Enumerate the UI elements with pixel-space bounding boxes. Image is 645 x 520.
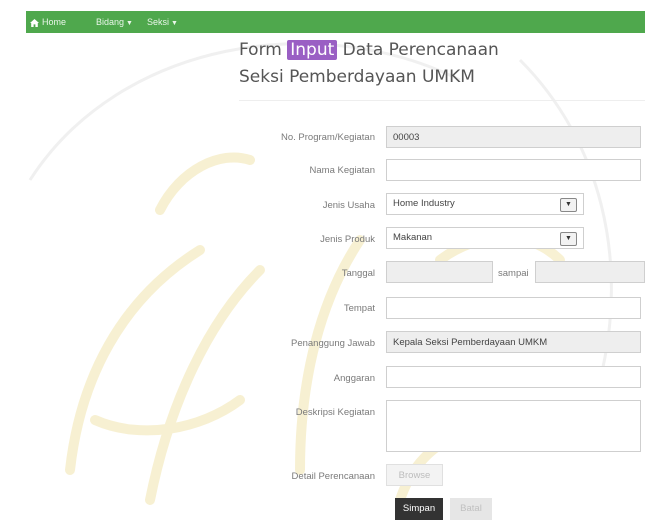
caret-down-icon: ▼ xyxy=(126,20,133,27)
label-penanggung-jawab: Penanggung Jawab xyxy=(291,338,375,349)
label-detail-perencanaan: Detail Perencanaan xyxy=(291,471,375,482)
page-title: Form Input Data Perencanaan xyxy=(239,36,499,64)
label-tempat: Tempat xyxy=(343,303,375,314)
sampai-label: sampai xyxy=(498,268,529,279)
label-jenis-usaha: Jenis Usaha xyxy=(322,200,375,211)
nav-seksi-dropdown[interactable]: Seksi ▼ xyxy=(147,11,178,33)
cancel-button[interactable]: Batal xyxy=(450,498,492,520)
nav-bidang-dropdown[interactable]: Bidang ▼ xyxy=(96,11,133,33)
chevron-down-icon: ▼ xyxy=(560,198,577,212)
browse-button[interactable]: Browse xyxy=(386,464,443,486)
label-jenis-produk: Jenis Produk xyxy=(320,234,375,245)
jenis-usaha-value: Home Industry xyxy=(393,198,455,209)
label-deskripsi: Deskripsi Kegiatan xyxy=(295,407,375,418)
jenis-produk-select[interactable]: Makanan ▼ xyxy=(386,227,584,249)
jenis-produk-value: Makanan xyxy=(393,232,433,243)
tempat-input[interactable] xyxy=(386,297,641,319)
page-subtitle: Seksi Pemberdayaan UMKM xyxy=(239,67,475,87)
penanggung-jawab-input[interactable] xyxy=(386,331,641,353)
caret-down-icon: ▼ xyxy=(171,20,178,27)
no-program-input[interactable] xyxy=(386,126,641,148)
nav-seksi-label: Seksi xyxy=(147,17,170,27)
label-tanggal: Tanggal xyxy=(341,268,375,279)
divider xyxy=(239,100,645,101)
deskripsi-wrapper: ⋰ xyxy=(386,400,641,452)
chevron-down-icon: ▼ xyxy=(560,232,577,246)
top-navbar: Home Bidang ▼ Seksi ▼ xyxy=(26,11,645,33)
home-icon xyxy=(30,18,39,27)
label-no-program: No. Program/Kegiatan xyxy=(281,132,375,143)
save-button[interactable]: Simpan xyxy=(395,498,443,520)
nav-home-label: Home xyxy=(42,17,67,27)
title-highlight: Input xyxy=(287,40,338,60)
anggaran-input[interactable] xyxy=(386,366,641,388)
nav-bidang-label: Bidang xyxy=(96,17,125,27)
nama-kegiatan-input[interactable] xyxy=(386,159,641,181)
label-anggaran: Anggaran xyxy=(333,373,375,384)
tanggal-from-input[interactable] xyxy=(386,261,493,283)
tanggal-to-input[interactable] xyxy=(535,261,645,283)
deskripsi-textarea[interactable] xyxy=(386,400,641,452)
title-prefix: Form xyxy=(239,40,282,60)
jenis-usaha-select[interactable]: Home Industry ▼ xyxy=(386,193,584,215)
title-suffix: Data Perencanaan xyxy=(342,40,499,60)
label-nama-kegiatan: Nama Kegiatan xyxy=(309,165,375,176)
nav-home[interactable]: Home xyxy=(30,11,66,33)
